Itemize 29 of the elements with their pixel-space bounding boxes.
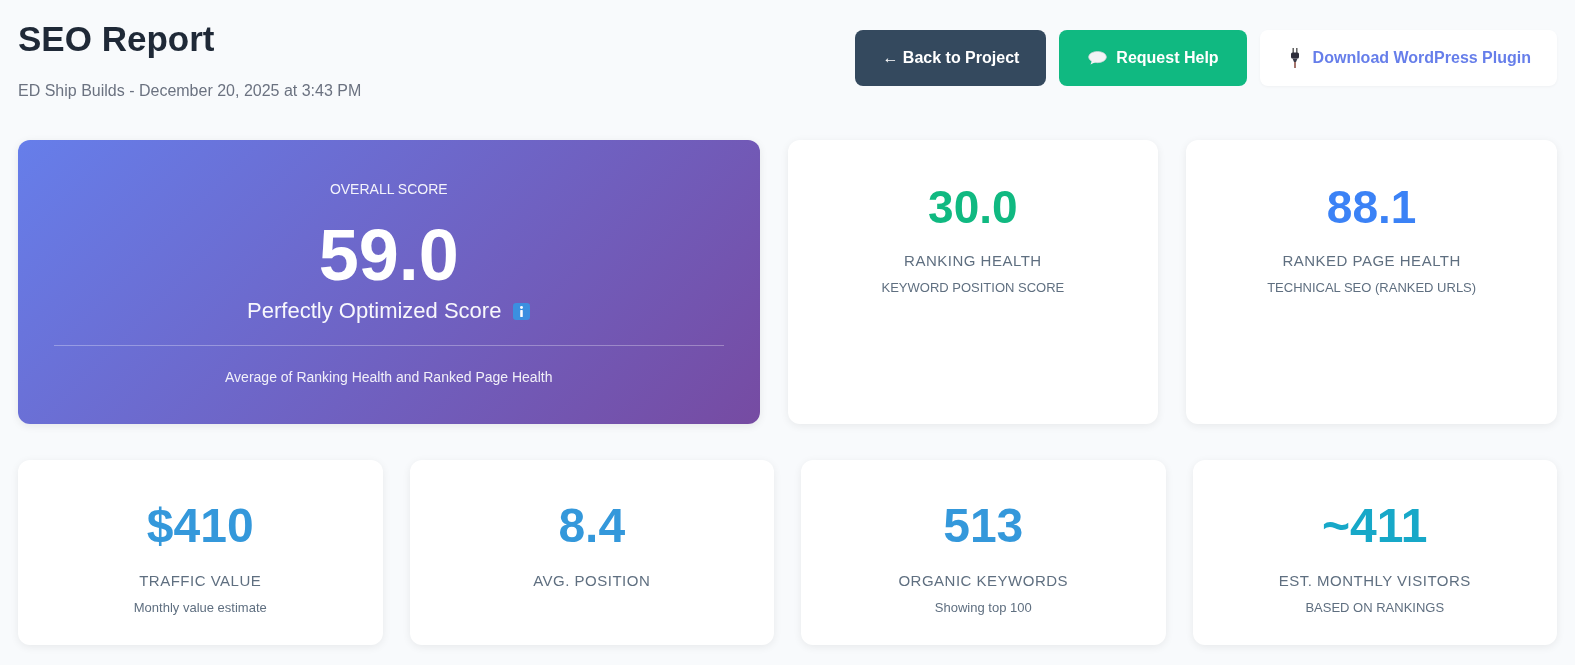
score-value: 30.0 bbox=[927, 184, 1019, 230]
score-sublabel: KEYWORD POSITION SCORE bbox=[880, 279, 1066, 297]
overall-score-value: 59.0 bbox=[317, 219, 460, 291]
metric-label: AVG. POSITION bbox=[532, 571, 652, 591]
report-subtitle: ED Ship Builds - December 20, 2025 at 3:43 PM bbox=[18, 81, 362, 101]
help-button[interactable]: Request Help bbox=[1059, 30, 1247, 86]
metric-sublabel: BASED ON RANKINGS bbox=[1304, 599, 1446, 617]
overall-score-label: OVERALL SCORE bbox=[328, 180, 449, 199]
metric-value: 8.4 bbox=[557, 502, 627, 550]
metric-value: 513 bbox=[942, 502, 1025, 550]
plug-icon bbox=[1289, 48, 1300, 68]
download-button[interactable]: Download WordPress Plugin bbox=[1259, 30, 1557, 86]
score-note: Average of Ranking Health and Ranked Page Health bbox=[224, 368, 554, 387]
score-label: RANKING HEALTH bbox=[903, 251, 1043, 271]
score-value: 88.1 bbox=[1325, 184, 1418, 230]
score-caption: Perfectly Optimized Score bbox=[247, 297, 502, 325]
metric-label: EST. MONTHLY VISITORS bbox=[1277, 571, 1472, 591]
metric-label: ORGANIC KEYWORDS bbox=[897, 571, 1070, 591]
speech-bubble-icon bbox=[1088, 51, 1108, 65]
page-title: SEO Report bbox=[18, 18, 216, 60]
metric-value: ~411 bbox=[1321, 502, 1429, 550]
score-sublabel: TECHNICAL SEO (RANKED URLS) bbox=[1266, 279, 1478, 297]
metric-value: $410 bbox=[145, 502, 255, 550]
back-button[interactable]: ← Back to Project bbox=[855, 30, 1047, 86]
score-label: RANKED PAGE HEALTH bbox=[1281, 251, 1462, 271]
metric-sublabel: Monthly value estimate bbox=[132, 599, 268, 617]
metric-sublabel: Showing top 100 bbox=[933, 599, 1033, 617]
metric-label: TRAFFIC VALUE bbox=[138, 571, 263, 591]
info-icon[interactable] bbox=[513, 302, 531, 320]
